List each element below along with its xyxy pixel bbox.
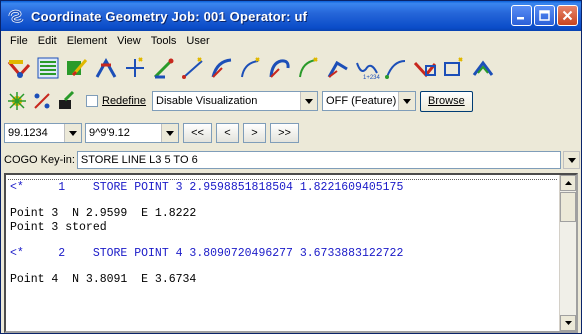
store-parcel-icon[interactable]: 1+234 (353, 54, 381, 82)
output-log[interactable]: <* 1 STORE POINT 3 2.9598851818504 1.822… (4, 173, 578, 333)
add-point-icon[interactable] (121, 54, 149, 82)
store-chain-icon[interactable] (324, 54, 352, 82)
visualization-select[interactable]: Disable Visualization (152, 91, 319, 111)
keyin-row: COGO Key-in: STORE LINE L3 5 TO 6 (1, 150, 581, 170)
chevron-down-icon[interactable] (300, 92, 318, 110)
next-button[interactable]: > (243, 123, 266, 143)
previous-button[interactable]: < (216, 123, 239, 143)
svg-text:1+234: 1+234 (363, 75, 380, 81)
add-curve-icon[interactable] (237, 54, 265, 82)
locate-point-icon[interactable] (92, 54, 120, 82)
store-curve-icon[interactable] (208, 54, 236, 82)
window-title: Coordinate Geometry Job: 001 Operator: u… (31, 8, 308, 24)
redefine-brush-icon[interactable] (55, 89, 79, 113)
navigation-toolbar: 99.1234 9^9'9.12 << < > >> (4, 122, 299, 144)
keyin-label: COGO Key-in: (4, 154, 75, 166)
minimize-icon (517, 17, 524, 20)
menu-edit[interactable]: Edit (33, 35, 62, 47)
options-toolbar: Redefine Disable Visualization OFF (Feat… (5, 89, 473, 113)
feature-value: OFF (Feature) (326, 95, 397, 107)
browse-label: Browse (428, 95, 465, 107)
keyin-input[interactable]: STORE LINE L3 5 TO 6 (76, 151, 561, 169)
arrow-up-icon (564, 181, 572, 185)
menu-file[interactable]: File (5, 35, 33, 47)
first-button[interactable]: << (183, 123, 212, 143)
arrow-down-icon (564, 321, 572, 325)
store-point-icon[interactable] (5, 54, 33, 82)
chevron-down-icon[interactable] (398, 92, 416, 110)
command-line: <* 1 STORE POINT 3 2.9598851818504 1.822… (10, 181, 404, 194)
add-chain-icon[interactable] (382, 54, 410, 82)
chevron-down-icon[interactable] (64, 124, 81, 142)
scroll-thumb[interactable] (560, 192, 576, 222)
close-icon (562, 10, 573, 21)
distance-select[interactable]: 99.1234 (4, 123, 82, 143)
divider (8, 179, 557, 180)
output-line: Point 3 N 2.9599 E 1.8222 (10, 207, 197, 220)
title-bar[interactable]: Coordinate Geometry Job: 001 Operator: u… (1, 1, 581, 31)
menu-element[interactable]: Element (62, 35, 112, 47)
add-line-icon[interactable] (179, 54, 207, 82)
distance-value: 99.1234 (8, 127, 48, 139)
keyin-history-dropdown[interactable] (563, 151, 580, 169)
browse-button[interactable]: Browse (420, 90, 473, 112)
menu-user[interactable]: User (181, 35, 214, 47)
scroll-up-button[interactable] (560, 175, 576, 191)
chevron-down-icon[interactable] (161, 124, 178, 142)
visualization-value: Disable Visualization (156, 95, 258, 107)
menu-bar: File Edit Element View Tools User (1, 31, 581, 50)
store-alignment-icon[interactable] (440, 54, 468, 82)
feature-select[interactable]: OFF (Feature) (322, 91, 417, 111)
menu-view[interactable]: View (112, 35, 146, 47)
store-line-icon[interactable] (150, 54, 178, 82)
last-button[interactable]: >> (270, 123, 299, 143)
edit-point-icon[interactable] (63, 54, 91, 82)
add-spiral-icon[interactable] (295, 54, 323, 82)
vertical-scrollbar[interactable] (559, 175, 576, 331)
output-line: Point 4 N 3.8091 E 3.6734 (10, 273, 197, 286)
main-toolbar: 1+234 (5, 53, 498, 83)
cogo-app-icon (7, 7, 25, 25)
percent-icon[interactable] (30, 89, 54, 113)
redefine-checkbox-group[interactable]: Redefine (86, 95, 146, 107)
output-lines: <* 1 STORE POINT 3 2.9598851818504 1.822… (10, 181, 558, 287)
point-list-icon[interactable] (34, 54, 62, 82)
redefine-label: Redefine (102, 95, 147, 107)
close-button[interactable] (557, 5, 578, 26)
visualize-icon[interactable] (5, 89, 29, 113)
output-line: Point 3 stored (10, 221, 107, 234)
scroll-down-button[interactable] (560, 315, 576, 331)
angle-value: 9^9'9.12 (89, 127, 130, 139)
menu-tools[interactable]: Tools (146, 35, 182, 47)
redefine-checkbox[interactable] (86, 95, 98, 107)
store-spiral-icon[interactable] (266, 54, 294, 82)
command-line: <* 2 STORE POINT 4 3.8090720496277 3.673… (10, 247, 404, 260)
angle-select[interactable]: 9^9'9.12 (85, 123, 179, 143)
maximize-icon (539, 10, 550, 21)
chevron-down-icon (567, 157, 576, 163)
store-figure-icon[interactable] (469, 54, 497, 82)
minimize-button[interactable] (511, 5, 532, 26)
add-parcel-icon[interactable] (411, 54, 439, 82)
cogo-window: Coordinate Geometry Job: 001 Operator: u… (0, 0, 582, 334)
maximize-button[interactable] (534, 5, 555, 26)
